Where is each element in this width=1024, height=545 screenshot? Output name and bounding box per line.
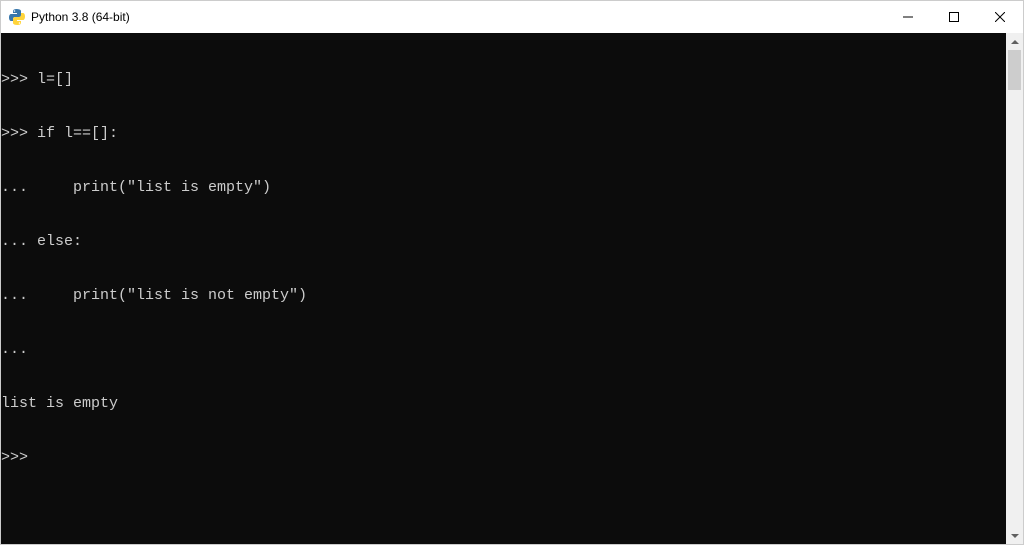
console-line: ... print("list is not empty") bbox=[1, 287, 1023, 305]
python-icon bbox=[9, 9, 25, 25]
close-button[interactable] bbox=[977, 1, 1023, 33]
console-line: ... print("list is empty") bbox=[1, 179, 1023, 197]
titlebar[interactable]: Python 3.8 (64-bit) bbox=[1, 1, 1023, 33]
console-line: list is empty bbox=[1, 395, 1023, 413]
window-title: Python 3.8 (64-bit) bbox=[31, 10, 130, 24]
window-controls bbox=[885, 1, 1023, 33]
console-line: ... bbox=[1, 341, 1023, 359]
console-lines: >>> l=[] >>> if l==[]: ... print("list i… bbox=[1, 35, 1023, 503]
console-line: >>> l=[] bbox=[1, 71, 1023, 89]
scroll-track[interactable] bbox=[1006, 50, 1023, 527]
scroll-down-arrow[interactable] bbox=[1006, 527, 1023, 544]
console-area[interactable]: >>> l=[] >>> if l==[]: ... print("list i… bbox=[1, 33, 1023, 544]
console-line: >>> bbox=[1, 449, 1023, 467]
scroll-up-arrow[interactable] bbox=[1006, 33, 1023, 50]
scroll-thumb[interactable] bbox=[1008, 50, 1021, 90]
vertical-scrollbar[interactable] bbox=[1006, 33, 1023, 544]
console-line: >>> if l==[]: bbox=[1, 125, 1023, 143]
titlebar-left: Python 3.8 (64-bit) bbox=[9, 9, 130, 25]
minimize-button[interactable] bbox=[885, 1, 931, 33]
maximize-button[interactable] bbox=[931, 1, 977, 33]
app-window: Python 3.8 (64-bit) >>> l=[] >>> if l==[… bbox=[0, 0, 1024, 545]
console-line: ... else: bbox=[1, 233, 1023, 251]
